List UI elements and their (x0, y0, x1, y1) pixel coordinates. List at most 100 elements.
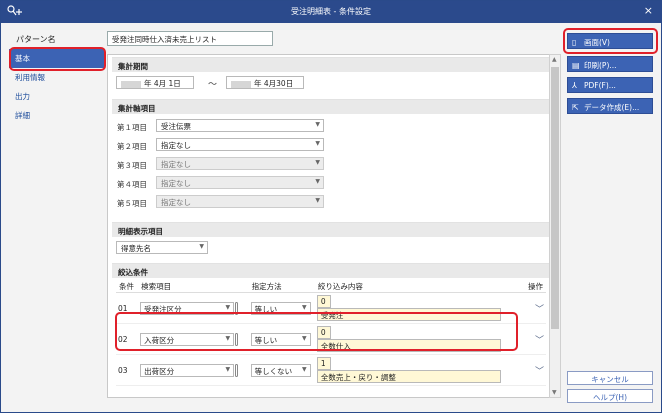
search-item-value: 出荷区分 (144, 366, 175, 376)
content-text-input[interactable]: 受発注 (316, 308, 501, 321)
method-value: 等しい (254, 304, 278, 314)
table-row: 02 入荷区分 ▼ 等しい ▼ 0全数仕入 ﹀ (116, 323, 546, 355)
axis-select-1[interactable]: 受注伝票 ▼ (156, 119, 324, 132)
screen-button-label: 画面(V) (584, 38, 610, 47)
pdf-button[interactable]: ⅄ PDF(F)... (567, 77, 653, 93)
table-row: 03 出荷区分 ▼ 等しくない ▼ 1全数売上・戻り・調整 ﹀ (116, 354, 546, 386)
search-item-value: 入荷区分 (144, 335, 175, 345)
sidebar-item-basic[interactable]: 基本 (9, 49, 105, 68)
search-item-value: 受発注区分 (144, 304, 182, 314)
chevron-down-icon: ▼ (199, 243, 204, 250)
chevron-down-icon: ▼ (225, 303, 231, 311)
axis-value: 指定なし (161, 160, 191, 169)
period-title: 集計期間 (112, 58, 549, 72)
method-value: 等しくない (254, 366, 293, 376)
axis-select-4: 指定なし ▼ (156, 176, 324, 189)
axis-row-label: 第１項目 (117, 123, 147, 132)
col-header: 条件 (116, 281, 139, 293)
chevron-down-icon[interactable]: ﹀ (535, 305, 544, 315)
scroll-thumb[interactable] (551, 67, 559, 329)
filter-section: 絞込条件 条件 検索項目 指定方法 絞り込み内容 操作 0 1 受発注区分 ▼ 等し… (112, 263, 549, 386)
axis-section: 集計軸項目 第１項目 受注伝票 ▼ 第２項目 指定なし ▼ 第３項目 指定なし ▼ 第… (112, 99, 549, 217)
condition-number: 02 (116, 323, 139, 355)
help-button[interactable]: ヘルプ(H) (567, 389, 653, 403)
filter-title: 絞込条件 (112, 264, 549, 278)
axis-value: 指定なし (161, 179, 191, 188)
chevron-down-icon: ▼ (315, 140, 320, 147)
data-create-button-label: データ作成(E)... (584, 103, 640, 112)
search-item-select[interactable]: 入荷区分 ▼ (140, 332, 235, 346)
axis-value: 指定なし (161, 141, 191, 150)
printer-icon: ▤ (572, 61, 580, 70)
data-create-button[interactable]: ⇱ データ作成(E)... (567, 98, 653, 114)
sidebar-item-output[interactable]: 出力 (9, 87, 105, 106)
chevron-down-icon: ▼ (315, 197, 320, 204)
chevron-down-icon: ▼ (301, 334, 307, 342)
sidebar: 基本 利用情報 出力 詳細 (9, 49, 105, 125)
chevron-down-icon: ▼ (225, 365, 231, 373)
chevron-down-icon: ▼ (225, 334, 231, 342)
screen-button[interactable]: ▯ 画面(V) (567, 33, 653, 49)
close-icon[interactable]: × (644, 4, 653, 17)
chevron-down-icon[interactable]: ﹀ (535, 367, 544, 377)
pdf-icon: ⅄ (572, 81, 577, 90)
method-select[interactable]: 等しい ▼ (250, 332, 311, 346)
chevron-down-icon: ▼ (301, 365, 307, 373)
method-value: 等しい (254, 335, 278, 345)
method-select[interactable]: 等しくない ▼ (250, 363, 311, 377)
content-text-input[interactable]: 全数売上・戻り・調整 (316, 370, 501, 383)
start-date-text: 年 4月 1日 (144, 79, 181, 88)
axis-value: 受注伝票 (161, 122, 191, 131)
end-date-input[interactable]: 年 4月30日 (226, 76, 304, 89)
method-select[interactable]: 等しい ▼ (250, 301, 311, 315)
col-header: 絞り込み内容 (314, 281, 516, 293)
axis-select-3: 指定なし ▼ (156, 157, 324, 170)
axis-value: 指定なし (161, 198, 191, 207)
sidebar-item-usage-info[interactable]: 利用情報 (9, 68, 105, 87)
detail-section: 明細表示項目 得意先名 ▼ (112, 222, 549, 258)
sidebar-item-detail[interactable]: 詳細 (9, 106, 105, 125)
title-bar: 受注明細表 - 条件設定 × (1, 1, 661, 23)
pdf-button-label: PDF(F)... (584, 81, 616, 90)
chevron-down-icon: ▼ (315, 178, 320, 185)
search-item-select[interactable]: 受発注区分 ▼ (140, 301, 235, 315)
condition-settings-window: 受注明細表 - 条件設定 × パターン名 受発注同時仕入済未売上リスト 基本 利… (0, 0, 662, 413)
filter-header-row: 条件 検索項目 指定方法 絞り込み内容 操作 (116, 281, 546, 293)
scroll-down-icon[interactable]: ▼ (552, 389, 557, 396)
axis-row-label: 第３項目 (117, 161, 147, 170)
column-splitter[interactable] (235, 363, 239, 377)
axis-title: 集計軸項目 (112, 100, 549, 114)
filter-table: 条件 検索項目 指定方法 絞り込み内容 操作 01 受発注区分 ▼ 等しい ▼ 0受… (116, 281, 546, 386)
export-icon: ⇱ (572, 103, 579, 112)
vertical-scrollbar[interactable]: ▲ ▼ (549, 54, 561, 398)
detail-select[interactable]: 得意先名 ▼ (116, 241, 208, 254)
date-separator: ～ (208, 80, 218, 90)
axis-select-5: 指定なし ▼ (156, 195, 324, 208)
document-icon: ▯ (572, 38, 577, 47)
chevron-down-icon: ▼ (315, 121, 320, 128)
content-code-input[interactable]: 0 (316, 326, 331, 339)
condition-number: 03 (116, 354, 139, 386)
content-code-input[interactable]: 0 (316, 295, 331, 308)
column-splitter[interactable] (235, 332, 239, 346)
cancel-button[interactable]: キャンセル (567, 371, 653, 385)
detail-title: 明細表示項目 (112, 223, 549, 237)
scroll-up-icon[interactable]: ▲ (552, 56, 557, 63)
pattern-name-input[interactable]: 受発注同時仕入済未売上リスト (107, 31, 273, 46)
start-date-input[interactable]: 年 4月 1日 (116, 76, 194, 89)
pattern-name-label: パターン名 (16, 35, 56, 44)
col-header: 指定方法 (248, 281, 315, 293)
axis-row-label: 第４項目 (117, 180, 147, 189)
col-header: 検索項目 (138, 281, 249, 293)
axis-row-label: 第５項目 (117, 199, 147, 208)
search-item-select[interactable]: 出荷区分 ▼ (140, 363, 235, 377)
chevron-down-icon[interactable]: ﹀ (535, 336, 544, 346)
content-code-input[interactable]: 1 (316, 357, 331, 370)
column-splitter[interactable] (235, 301, 239, 315)
redacted-year (231, 80, 251, 88)
detail-value: 得意先名 (121, 244, 151, 253)
axis-select-2[interactable]: 指定なし ▼ (156, 138, 324, 151)
print-button[interactable]: ▤ 印刷(P)... (567, 56, 653, 72)
redacted-year (121, 80, 141, 88)
content-text-input[interactable]: 全数仕入 (316, 339, 501, 352)
